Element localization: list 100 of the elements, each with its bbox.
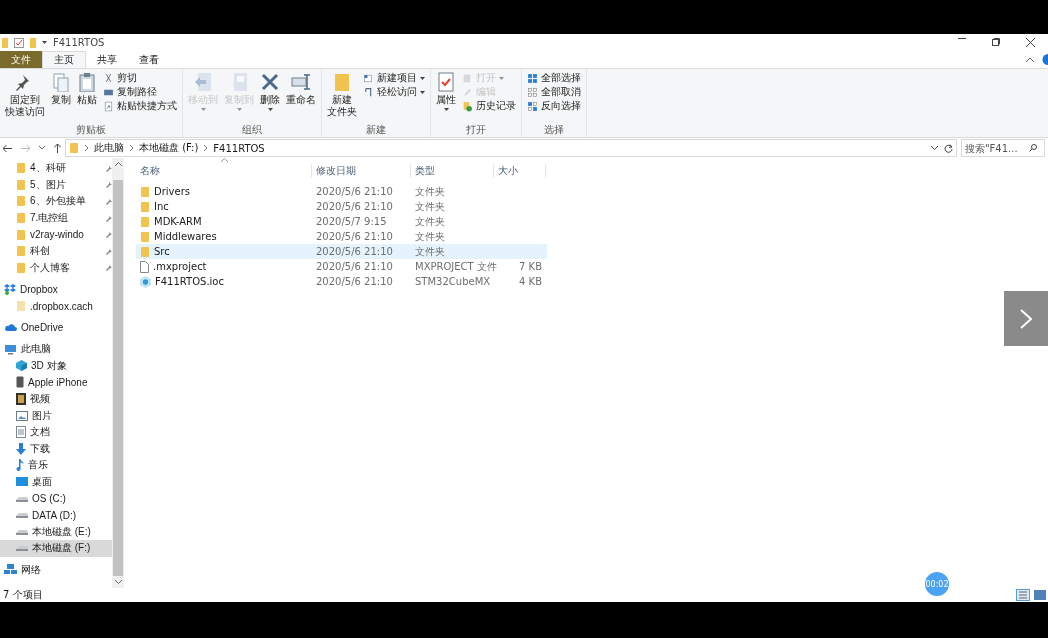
ribbon-tab[interactable]: 共享 [86,51,128,68]
nav-item[interactable]: 音乐 [0,457,112,474]
chevron-up-icon[interactable] [114,162,122,166]
nav-item[interactable]: 5、图片 [0,176,112,194]
document-icon [16,426,26,439]
file-row[interactable]: Inc 2020/5/6 21:10 文件夹 [136,199,547,214]
breadcrumb[interactable]: 本地磁盘 (F:) [139,141,199,155]
group-label: 组织 [241,123,263,137]
chevron-right-icon [130,145,133,151]
file-row[interactable]: F411RTOS.ioc 2020/5/6 21:10 STM32CubeMX 4 KB [136,274,547,289]
folder-icon [140,230,150,243]
nav-item[interactable]: v2ray-windo [0,226,112,243]
back-arrow-icon[interactable] [3,144,12,152]
ribbon-button[interactable]: 全部选择 [525,71,583,85]
address-field[interactable]: 此电脑 本地磁盘 (F:) F411RTOS [65,139,957,157]
column-header[interactable]: 类型 [411,164,494,178]
nav-item[interactable]: Apple iPhone [0,374,112,391]
file-row[interactable]: Src 2020/5/6 21:10 文件夹 [136,244,547,259]
folder-icon [16,162,26,175]
collapse-ribbon-icon[interactable] [1026,57,1034,62]
nav-item[interactable]: 桌面 [0,473,112,491]
ribbon-button[interactable]: 反向选择 [525,99,583,113]
type-cell-text: 文件夹 [414,184,446,199]
ribbon-button[interactable]: 新建 文件夹 [325,71,359,123]
nav-item[interactable]: .dropbox.cach [0,297,112,315]
nav-item[interactable]: 个人博客 [0,259,112,277]
date-cell-text: 2020/5/6 21:10 [315,231,394,242]
refresh-icon[interactable] [944,143,953,153]
nav-item[interactable]: 本地磁盘 (E:) [0,523,112,541]
breadcrumb[interactable]: 此电脑 [94,141,124,155]
nav-item[interactable]: DATA (D:) [0,506,112,524]
ribbon-button[interactable]: 粘贴 [75,71,99,123]
ribbon-button[interactable]: 新建项目 [361,71,427,85]
history-icon [462,100,473,112]
nav-item[interactable]: 3D 对象 [0,357,112,375]
ribbon-button[interactable]: 全部取消 [525,85,583,99]
dropbox-icon [4,283,16,296]
search-field[interactable]: 搜索"F41... [961,139,1045,157]
sort-caret-icon [221,158,228,164]
ribbon-button[interactable]: 历史记录 [460,99,518,113]
folder-icon [332,72,352,92]
nav-item[interactable]: 视频 [0,390,112,408]
scrollbar[interactable] [112,158,124,588]
column-header[interactable]: 修改日期 [312,164,411,178]
nav-item[interactable]: OneDrive [0,319,112,336]
timer-badge: 00:02 [925,572,949,596]
ribbon-button[interactable]: 轻松访问 [361,85,427,99]
nav-item[interactable]: 7.电控组 [0,209,112,227]
column-header[interactable]: 大小 [494,164,546,178]
file-row[interactable]: MDK-ARM 2020/5/7 9:15 文件夹 [136,214,547,229]
ribbon-button[interactable]: 重命名 [284,71,318,123]
caret-icon [443,108,449,111]
caret-icon [236,108,242,111]
caret-icon [420,76,425,80]
ribbon-tab[interactable]: 查看 [128,51,170,68]
chevron-down-icon[interactable] [114,580,122,584]
ribbon-button[interactable]: 复制 [49,71,73,123]
ribbon-tab[interactable]: 文件 [0,51,42,68]
nav-item[interactable]: 科创 [0,242,112,260]
caret-icon [42,41,47,44]
ribbon-tab[interactable]: 主页 [42,51,86,68]
ribbon-button[interactable]: 剪切 [101,71,179,85]
checkbox-icon[interactable] [14,37,24,48]
file-row[interactable]: .mxproject 2020/5/6 21:10 MXPROJECT 文件 7 KB [136,259,547,274]
ribbon-button[interactable]: 固定到 快速访问 [3,71,47,123]
up-arrow-icon[interactable] [54,143,61,153]
caret-icon [420,90,425,94]
chevron-down-icon[interactable] [39,146,45,150]
nav-item[interactable]: 此电脑 [0,340,112,358]
search-icon [1029,144,1037,152]
nav-item[interactable]: Dropbox [0,281,112,298]
ribbon-button[interactable]: 粘贴快捷方式 [101,99,179,113]
nav-item[interactable]: 下载 [0,440,112,458]
caret-icon [200,108,206,111]
column-header[interactable]: 名称 [136,164,312,178]
computer-icon [4,343,17,355]
nav-item[interactable]: 图片 [0,407,112,424]
ribbon-button[interactable]: 属性 [434,71,458,123]
nav-item[interactable]: 6、外包接单 [0,193,112,210]
breadcrumb[interactable]: F411RTOS [213,142,265,154]
nav-item[interactable]: 4、科研 [0,160,112,177]
nav-item[interactable]: 文档 [0,423,112,441]
file-name: .mxproject [153,261,207,272]
nav-item[interactable]: 本地磁盘 (F:) [0,540,112,557]
nav-item[interactable]: OS (C:) [0,490,112,507]
thumbnail-view-icon[interactable] [1034,590,1046,600]
chevron-down-icon[interactable] [931,146,938,150]
file-name: Src [154,246,170,257]
nav-item[interactable]: 网络 [0,561,112,579]
date-cell-text: 2020/5/7 9:15 [315,216,388,227]
file-row[interactable]: Middlewares 2020/5/6 21:10 文件夹 [136,229,547,244]
minimize-icon[interactable] [958,38,966,40]
help-icon[interactable] [1042,54,1048,65]
ribbon-button[interactable]: 删除 [258,71,282,123]
folder-icon [16,178,26,191]
close-icon[interactable] [1026,38,1035,47]
file-row[interactable]: Drivers 2020/5/6 21:10 文件夹 [136,184,547,199]
folder-icon [16,245,26,258]
restore-icon[interactable] [992,38,1000,46]
ribbon-button[interactable]: 复制路径 [101,85,179,99]
